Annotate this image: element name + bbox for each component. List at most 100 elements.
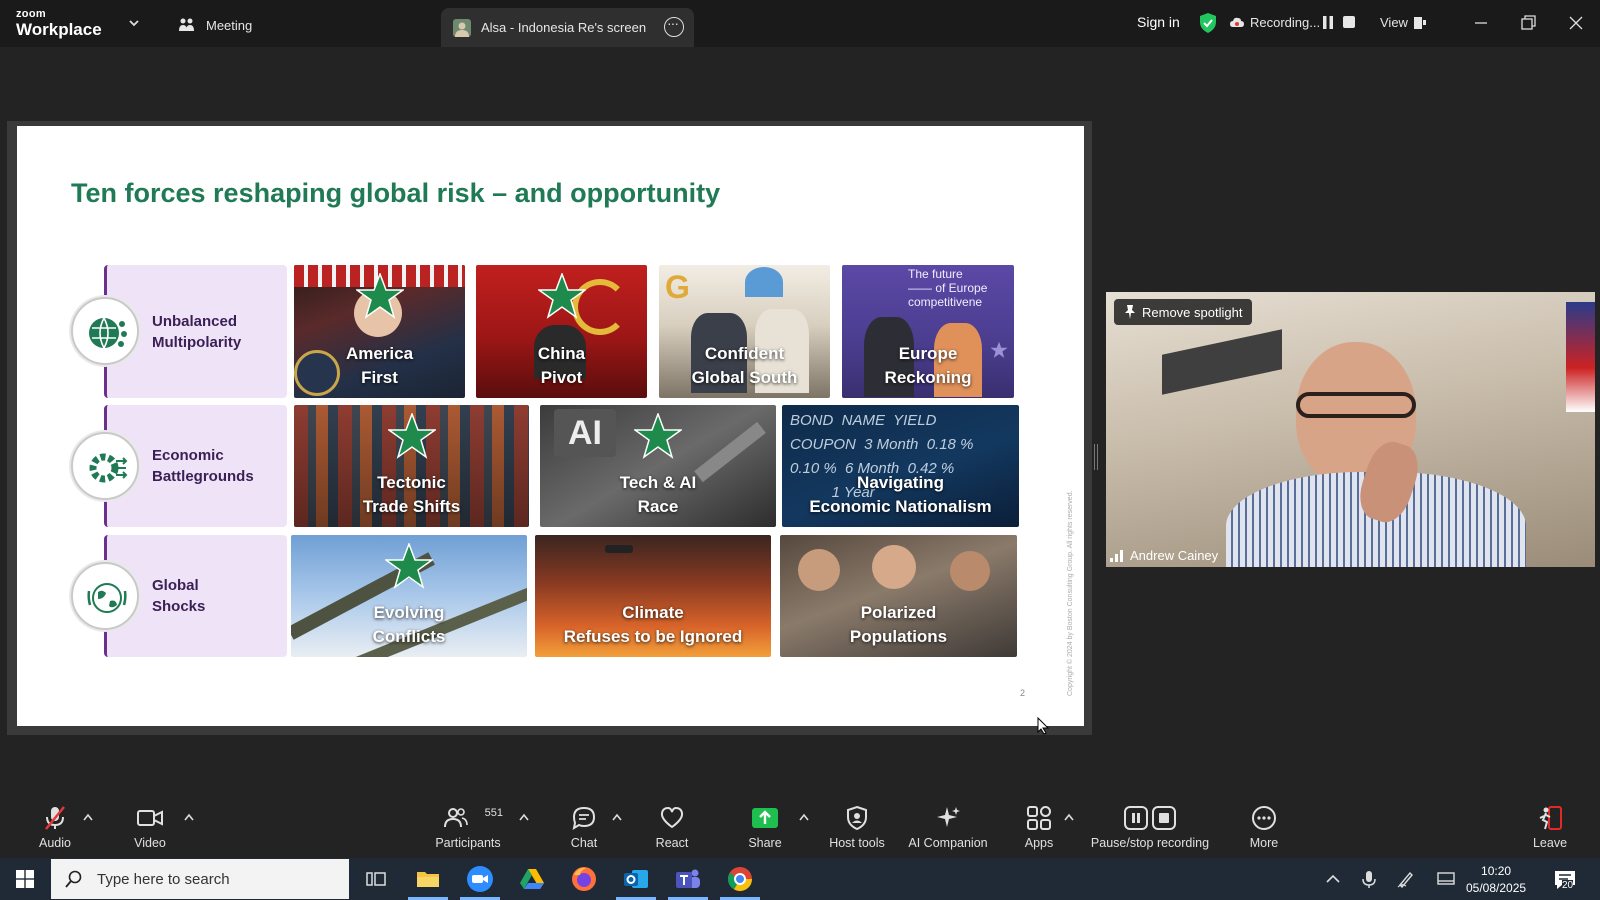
teams-icon[interactable] [674, 865, 702, 893]
microphone-tray-icon[interactable] [1360, 870, 1378, 888]
share-caret-icon[interactable] [799, 813, 809, 821]
taskbar-search-box[interactable]: Type here to search [51, 859, 349, 899]
tile-navigating-economic-nationalism: BOND NAME YIELD COUPON 3 Month 0.18 % 0.… [782, 405, 1019, 527]
logo-zoom-text: zoom [16, 8, 46, 20]
apps-button[interactable]: Apps [1021, 805, 1057, 850]
star-icon [385, 543, 433, 589]
tab-meeting-label: Meeting [206, 17, 253, 33]
tile-evolving-conflicts: Evolving Conflicts [291, 535, 527, 657]
video-button[interactable]: Video [130, 805, 170, 850]
sign-in-link[interactable]: Sign in [1137, 14, 1180, 30]
participants-icon [443, 808, 468, 828]
tile-america-first: America First [294, 265, 465, 398]
tile-tectonic-trade-shifts: Tectonic Trade Shifts [294, 405, 529, 527]
react-button[interactable]: React [654, 805, 690, 850]
google-drive-icon[interactable] [518, 865, 546, 893]
audio-button[interactable]: Audio [35, 805, 75, 850]
minimize-icon[interactable] [1470, 12, 1492, 34]
slide-copyright: Copyright © 2024 by Boston Consulting Gr… [1067, 490, 1074, 696]
signal-strength-icon [1110, 549, 1123, 562]
more-options-icon[interactable] [664, 15, 684, 37]
zoom-workplace-logo: zoom Workplace [16, 8, 102, 39]
tile-caption: Tech & AI Race [619, 473, 697, 516]
more-button[interactable]: More [1245, 805, 1283, 850]
windows-taskbar: Type here to search 10:20 05/08/2025 20 [0, 858, 1600, 900]
logo-workplace-text: Workplace [16, 20, 102, 39]
recording-indicator[interactable]: Recording... [1230, 15, 1320, 30]
tile-caption: Europe Reckoning [884, 344, 972, 387]
tab-screen-label: Alsa - Indonesia Re's screen [481, 20, 647, 35]
firefox-icon[interactable] [570, 865, 598, 893]
notifications-count: 20 [1562, 880, 1574, 891]
chat-icon [572, 806, 596, 831]
tile-bg-text: G [665, 269, 690, 305]
tile-bg-figure [950, 551, 990, 591]
pause-stop-recording-icon [1124, 806, 1176, 830]
ai-companion-button[interactable]: AI Companion [906, 805, 990, 850]
meeting-toolbar: Audio Video 551 Participants Chat React … [0, 797, 1600, 858]
view-button[interactable]: View [1380, 15, 1426, 30]
file-explorer-icon[interactable] [414, 865, 442, 893]
leave-button[interactable]: Leave [1530, 805, 1570, 850]
more-dots-icon [1252, 806, 1276, 830]
video-bg-flag [1566, 302, 1595, 412]
apps-grid-icon [1027, 806, 1051, 830]
apps-caret-icon[interactable] [1064, 813, 1074, 821]
host-tools-button[interactable]: Host tools [826, 805, 888, 850]
stop-icon[interactable] [1343, 16, 1355, 28]
windows-start-icon[interactable] [16, 870, 34, 888]
share-button[interactable]: Share [746, 805, 784, 850]
encryption-shield-icon[interactable] [1199, 13, 1217, 33]
tile-climate-refuses-to-be-ignored: Climate Refuses to be Ignored [535, 535, 771, 657]
pen-tray-icon[interactable] [1397, 870, 1415, 888]
view-layout-icon [1413, 16, 1426, 29]
chat-button[interactable]: Chat [567, 805, 601, 850]
tile-confident-global-south: G Confident Global South [659, 265, 830, 398]
row-label-text: Unbalanced Multipolarity [152, 313, 242, 351]
participant-name-tag: Andrew Cainey [1110, 548, 1218, 563]
react-label: React [655, 836, 689, 850]
remove-spotlight-button[interactable]: Remove spotlight [1114, 299, 1253, 325]
task-view-icon[interactable] [362, 865, 390, 893]
speaker-video[interactable] [1106, 292, 1595, 567]
pin-icon [1125, 305, 1135, 319]
sparkle-icon [937, 807, 960, 827]
video-options-caret-icon[interactable] [184, 813, 194, 821]
tile-bg-figure [798, 549, 840, 591]
globe-network-icon [71, 297, 139, 365]
participants-label: Participants [435, 836, 501, 850]
row-label-text: Economic Battlegrounds [152, 447, 254, 485]
remove-spotlight-label: Remove spotlight [1142, 304, 1243, 320]
chevron-down-icon[interactable] [127, 16, 141, 30]
chat-caret-icon[interactable] [612, 813, 622, 821]
more-label: More [1249, 836, 1279, 850]
pause-stop-recording-button[interactable]: Pause/stop recording [1088, 805, 1212, 850]
restore-icon[interactable] [1517, 12, 1539, 34]
chrome-icon[interactable] [726, 865, 754, 893]
close-icon[interactable] [1565, 12, 1587, 34]
zoom-app-icon[interactable] [466, 865, 494, 893]
participant-name: Andrew Cainey [1130, 548, 1219, 563]
tile-caption: China Pivot [537, 344, 586, 387]
audio-label: Audio [39, 836, 71, 850]
panel-resize-handle[interactable] [1094, 444, 1098, 470]
outlook-icon[interactable] [622, 865, 650, 893]
tile-tech-ai-race: AI Tech & AI Race [540, 405, 776, 527]
view-label: View [1380, 15, 1408, 30]
show-hidden-icons-icon[interactable] [1324, 870, 1342, 888]
avatar-icon [453, 18, 471, 37]
tile-bg-text: The future —— of Europe competitivene [908, 267, 988, 309]
audio-options-caret-icon[interactable] [83, 813, 93, 821]
star-icon [387, 413, 436, 459]
taskbar-clock[interactable]: 10:20 05/08/2025 [1466, 863, 1526, 897]
shared-slide: Ten forces reshaping global risk – and o… [17, 126, 1084, 726]
title-bar: zoom Workplace Meeting Alsa - Indonesia … [0, 0, 1600, 47]
participants-caret-icon[interactable] [519, 813, 529, 821]
tab-meeting[interactable]: Meeting [178, 14, 252, 36]
display-tray-icon[interactable] [1437, 870, 1455, 888]
meeting-icon [179, 18, 194, 31]
slide-title: Ten forces reshaping global risk – and o… [71, 178, 721, 208]
tab-shared-screen[interactable]: Alsa - Indonesia Re's screen [441, 8, 694, 47]
participants-button[interactable]: 551 Participants [433, 805, 503, 850]
pause-icon[interactable] [1322, 16, 1334, 29]
